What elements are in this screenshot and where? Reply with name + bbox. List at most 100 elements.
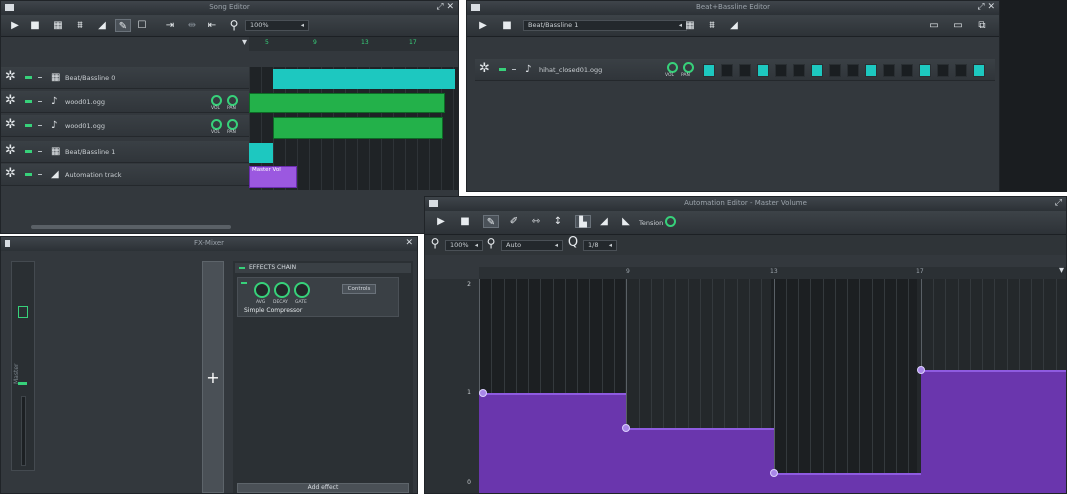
effects-chain-toggle[interactable] — [239, 267, 245, 269]
song-timeline-ruler[interactable]: 5 9 13 17 — [249, 37, 458, 51]
cubic-progression-icon[interactable]: ◣ — [619, 215, 633, 228]
automation-level-segment[interactable] — [626, 428, 774, 493]
discrete-progression-icon[interactable]: ▙ — [575, 215, 591, 228]
step-button-off[interactable] — [829, 64, 841, 77]
automation-level-segment[interactable] — [479, 393, 627, 493]
gear-icon[interactable]: ✲ — [5, 70, 16, 84]
step-button-off[interactable] — [793, 64, 805, 77]
step-button-off[interactable] — [901, 64, 913, 77]
stop-icon[interactable]: ■ — [29, 19, 41, 32]
gate-knob[interactable] — [294, 282, 310, 298]
volume-knob[interactable] — [211, 119, 222, 130]
pan-knob[interactable] — [227, 119, 238, 130]
mute-toggle[interactable] — [25, 173, 32, 176]
mute-toggle[interactable] — [18, 382, 27, 385]
automation-level-segment[interactable] — [773, 473, 921, 493]
solo-toggle[interactable] — [38, 125, 42, 126]
close-icon[interactable]: ✕ — [405, 238, 413, 248]
add-steps-icon[interactable]: ▭ — [951, 19, 965, 32]
zoom-select[interactable]: 100% ◂ — [245, 20, 309, 31]
track-row-sample2[interactable]: ✲ ♪ wood01.ogg VOL PAN — [1, 115, 249, 137]
step-button-on[interactable] — [757, 64, 769, 77]
track-name[interactable]: Beat/Bassline 0 — [65, 74, 115, 82]
add-effect-button[interactable]: Add effect — [237, 483, 409, 493]
window-controls[interactable]: ⤢ ✕ — [977, 2, 995, 12]
step-button-off[interactable] — [937, 64, 949, 77]
volume-fader[interactable] — [21, 396, 26, 466]
solo-toggle[interactable] — [38, 101, 42, 102]
step-button-off[interactable] — [721, 64, 733, 77]
solo-toggle[interactable] — [38, 151, 42, 152]
draw-mode-icon[interactable]: ✎ — [483, 215, 499, 228]
window-controls[interactable]: ⤢ — [1055, 198, 1062, 208]
zoom-x-select[interactable]: 100% ◂ — [445, 240, 483, 251]
bb-pattern-clip[interactable] — [249, 143, 273, 163]
add-sample-track-icon[interactable]: ⩩ — [73, 19, 87, 32]
loop-points-icon[interactable]: ⇹ — [185, 19, 199, 32]
flip-horizontal-icon[interactable]: ⇿ — [529, 215, 543, 228]
step-button-on[interactable] — [811, 64, 823, 77]
play-icon[interactable]: ▶ — [9, 19, 21, 32]
automation-point[interactable] — [769, 469, 778, 478]
play-icon[interactable]: ▶ — [435, 215, 447, 228]
gear-icon[interactable]: ✲ — [479, 62, 490, 76]
pan-knob[interactable] — [683, 62, 694, 73]
master-channel-strip[interactable]: Master — [11, 261, 35, 471]
gear-icon[interactable]: ✲ — [5, 118, 16, 132]
add-beat-bassline-icon[interactable]: ▦ — [683, 19, 697, 32]
draw-mode-icon[interactable]: ✎ — [115, 19, 131, 32]
bb-editor-titlebar[interactable]: Beat+Bassline Editor ⤢ ✕ — [467, 1, 999, 15]
solo-toggle[interactable] — [38, 77, 42, 78]
bb-pattern-clip[interactable] — [273, 69, 455, 89]
sample-clip[interactable] — [249, 93, 445, 113]
solo-toggle[interactable] — [512, 69, 516, 70]
track-name[interactable]: wood01.ogg — [65, 98, 105, 106]
track-name[interactable]: Automation track — [65, 171, 121, 179]
track-row-bb0[interactable]: ✲ ▦ Beat/Bassline 0 — [1, 67, 249, 89]
flip-vertical-icon[interactable]: ↕ — [551, 215, 565, 228]
step-button-on[interactable] — [919, 64, 931, 77]
track-row-sample1[interactable]: ✲ ♪ wood01.ogg VOL PAN — [1, 91, 249, 113]
controls-button[interactable]: Controls — [342, 284, 376, 294]
track-row-bb1[interactable]: ✲ ▦ Beat/Bassline 1 — [1, 141, 249, 163]
step-button-off[interactable] — [883, 64, 895, 77]
quantize-select[interactable]: 1/8 ◂ — [583, 240, 617, 251]
linear-progression-icon[interactable]: ◢ — [597, 215, 611, 228]
step-button-on[interactable] — [973, 64, 985, 77]
track-name[interactable]: Beat/Bassline 1 — [65, 148, 115, 156]
track-row-automation[interactable]: ✲ ◢ Automation track — [1, 164, 249, 186]
volume-knob[interactable] — [211, 95, 222, 106]
play-icon[interactable]: ▶ — [477, 19, 489, 32]
erase-mode-icon[interactable]: ✐ — [507, 215, 521, 228]
bb-track-row[interactable]: ✲ ♪ hihat_closed01.ogg VOL PAN — [475, 59, 995, 81]
step-button-off[interactable] — [847, 64, 859, 77]
step-button-off[interactable] — [775, 64, 787, 77]
decay-knob[interactable] — [274, 282, 290, 298]
automation-graph[interactable] — [479, 279, 1066, 493]
clone-steps-icon[interactable]: ⧉ — [975, 19, 989, 32]
stop-icon[interactable]: ■ — [501, 19, 513, 32]
automation-point[interactable] — [916, 365, 925, 374]
stop-icon[interactable]: ■ — [459, 215, 471, 228]
window-controls[interactable]: ⤢ ✕ — [436, 2, 454, 12]
mute-toggle[interactable] — [499, 68, 506, 71]
sample-clip[interactable] — [273, 117, 443, 139]
effects-chain-header[interactable]: EFFECTS CHAIN — [235, 263, 411, 273]
select-mode-icon[interactable]: ☐ — [135, 19, 149, 32]
pan-knob[interactable] — [227, 95, 238, 106]
track-name[interactable]: hihat_closed01.ogg — [539, 66, 602, 74]
gear-icon[interactable]: ✲ — [5, 167, 16, 181]
automation-level-segment[interactable] — [920, 369, 1066, 493]
effect-slot[interactable]: AVG DECAY GATE Simple Compressor Control… — [237, 277, 399, 317]
step-button-on[interactable] — [703, 64, 715, 77]
mute-toggle[interactable] — [25, 76, 32, 79]
add-sample-track-icon[interactable]: ⩩ — [705, 19, 719, 32]
zoom-y-select[interactable]: Auto ◂ — [501, 240, 563, 251]
tension-knob[interactable] — [665, 216, 676, 227]
automation-clip[interactable]: Master Vol — [249, 166, 297, 188]
return-to-start-icon[interactable]: ⇤ — [205, 19, 219, 32]
step-button-off[interactable] — [739, 64, 751, 77]
follow-playhead-icon[interactable]: ⇥ — [163, 19, 177, 32]
volume-knob[interactable] — [667, 62, 678, 73]
track-name[interactable]: wood01.ogg — [65, 122, 105, 130]
